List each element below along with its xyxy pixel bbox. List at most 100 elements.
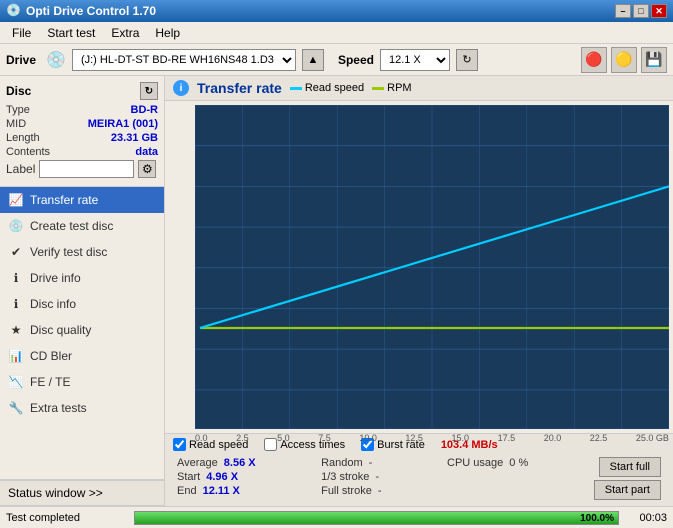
disc-mid-field: MID MEIRA1 (001) [6, 118, 158, 130]
disc-quality-icon: ★ [8, 322, 24, 338]
x-label-6: 15.0 [452, 433, 470, 443]
eject-button[interactable]: ▲ [302, 49, 324, 71]
speed-select[interactable]: 12.1 X Max 8.0 X [380, 49, 450, 71]
average-value: 8.56 X [224, 457, 256, 469]
drive-label: Drive [6, 53, 36, 67]
nav-cd-bler[interactable]: 📊 CD Bler [0, 343, 164, 369]
nav-drive-info-label: Drive info [30, 271, 81, 285]
disc-type-value: BD-R [131, 104, 159, 116]
cd-bler-icon: 📊 [8, 348, 24, 364]
chart-container: 16 X 14 X 12 X 10 X 8 X 6 X 4 X 2 X 0.0 … [165, 101, 673, 433]
full-stroke-row: Full stroke - [321, 485, 381, 497]
disc-section: Disc ↻ Type BD-R MID MEIRA1 (001) Length… [0, 76, 164, 187]
x-label-2: 5.0 [277, 433, 290, 443]
menu-help[interactable]: Help [147, 24, 188, 42]
toolbar-icon-2[interactable]: 🟡 [611, 47, 637, 73]
disc-length-label: Length [6, 132, 40, 144]
create-disc-icon: 💿 [8, 218, 24, 234]
main-layout: Disc ↻ Type BD-R MID MEIRA1 (001) Length… [0, 76, 673, 506]
chart-icon: i [173, 80, 189, 96]
transfer-rate-icon: 📈 [8, 192, 24, 208]
nav-extra-tests-label: Extra tests [30, 401, 87, 415]
disc-label-row: Label ⚙ [6, 160, 158, 178]
disc-label-input[interactable] [39, 160, 134, 178]
average-row: Average 8.56 X [177, 457, 256, 469]
disc-contents-value: data [135, 146, 158, 158]
stats-left: Average 8.56 X Start 4.96 X End 12.11 X [177, 457, 256, 500]
drive-icon: 💿 [46, 50, 66, 70]
refresh-speed-button[interactable]: ↻ [456, 49, 478, 71]
legend-rpm-label: RPM [387, 82, 411, 94]
read-speed-checkbox[interactable] [173, 438, 186, 451]
disc-contents-label: Contents [6, 146, 50, 158]
verify-disc-icon: ✔ [8, 244, 24, 260]
start-label: Start [177, 471, 200, 483]
disc-refresh-button[interactable]: ↻ [140, 82, 158, 100]
app-title: Opti Drive Control 1.70 [26, 4, 615, 18]
maximize-button[interactable]: □ [633, 4, 649, 18]
action-buttons: Start full Start part [594, 457, 661, 500]
disc-label-button[interactable]: ⚙ [138, 160, 156, 178]
legend-rpm: RPM [372, 82, 411, 94]
chart-header: i Transfer rate Read speed RPM [165, 76, 673, 101]
legend-read-speed-label: Read speed [305, 82, 364, 94]
menu-bar: File Start test Extra Help [0, 22, 673, 44]
progress-bar-fill [135, 512, 618, 524]
one-third-value: - [375, 471, 379, 483]
nav-fe-te[interactable]: 📉 FE / TE [0, 369, 164, 395]
toolbar-icon-1[interactable]: 🔴 [581, 47, 607, 73]
fe-te-icon: 📉 [8, 374, 24, 390]
start-part-button[interactable]: Start part [594, 480, 661, 500]
end-row: End 12.11 X [177, 485, 256, 497]
x-label-10: 25.0 GB [636, 433, 669, 443]
close-button[interactable]: ✕ [651, 4, 667, 18]
menu-extra[interactable]: Extra [103, 24, 147, 42]
nav-fe-te-label: FE / TE [30, 375, 70, 389]
disc-label-label: Label [6, 162, 35, 176]
start-full-button[interactable]: Start full [599, 457, 661, 477]
menu-start-test[interactable]: Start test [39, 24, 103, 42]
sidebar-bottom: Status window >> [0, 479, 164, 506]
app-icon: 💿 [6, 3, 22, 19]
minimize-button[interactable]: – [615, 4, 631, 18]
status-window-button[interactable]: Status window >> [0, 480, 164, 506]
start-row: Start 4.96 X [177, 471, 256, 483]
window-controls: – □ ✕ [615, 4, 667, 18]
time-display: 00:03 [627, 512, 667, 524]
chart-controls: Read speed Access times Burst rate 103.4… [165, 433, 673, 506]
save-button[interactable]: 💾 [641, 47, 667, 73]
nav-drive-info[interactable]: ℹ Drive info [0, 265, 164, 291]
extra-tests-icon: 🔧 [8, 400, 24, 416]
nav-extra-tests[interactable]: 🔧 Extra tests [0, 395, 164, 421]
title-bar: 💿 Opti Drive Control 1.70 – □ ✕ [0, 0, 673, 22]
nav-transfer-rate[interactable]: 📈 Transfer rate [0, 187, 164, 213]
x-label-5: 12.5 [405, 433, 423, 443]
toolbar-icons: 🔴 🟡 💾 [581, 47, 667, 73]
disc-length-value: 23.31 GB [111, 132, 158, 144]
nav-verify-test-disc[interactable]: ✔ Verify test disc [0, 239, 164, 265]
status-bar: Test completed 100.0% 00:03 [0, 506, 673, 528]
menu-file[interactable]: File [4, 24, 39, 42]
legend-read-speed-color [290, 87, 302, 90]
nav-disc-quality[interactable]: ★ Disc quality [0, 317, 164, 343]
legend-read-speed: Read speed [290, 82, 364, 94]
x-axis-labels: 0.0 2.5 5.0 7.5 10.0 12.5 15.0 17.5 20.0… [195, 433, 669, 443]
drive-select[interactable]: (J:) HL-DT-ST BD-RE WH16NS48 1.D3 [72, 49, 296, 71]
nav-disc-info-label: Disc info [30, 297, 76, 311]
x-label-3: 7.5 [318, 433, 331, 443]
disc-mid-value: MEIRA1 (001) [88, 118, 158, 130]
end-value: 12.11 X [203, 485, 240, 497]
disc-type-field: Type BD-R [6, 104, 158, 116]
nav-transfer-rate-label: Transfer rate [30, 193, 98, 207]
status-text: Test completed [6, 512, 126, 524]
cpu-value: 0 % [509, 457, 528, 469]
nav-create-disc-label: Create test disc [30, 219, 113, 233]
full-stroke-value: - [378, 485, 382, 497]
nav-verify-disc-label: Verify test disc [30, 245, 107, 259]
nav-create-test-disc[interactable]: 💿 Create test disc [0, 213, 164, 239]
chart-svg: 16 X 14 X 12 X 10 X 8 X 6 X 4 X 2 X [195, 105, 669, 429]
progress-text: 100.0% [580, 512, 614, 526]
start-value: 4.96 X [206, 471, 238, 483]
nav-disc-info[interactable]: ℹ Disc info [0, 291, 164, 317]
stats-mid: Random - 1/3 stroke - Full stroke - [321, 457, 381, 500]
